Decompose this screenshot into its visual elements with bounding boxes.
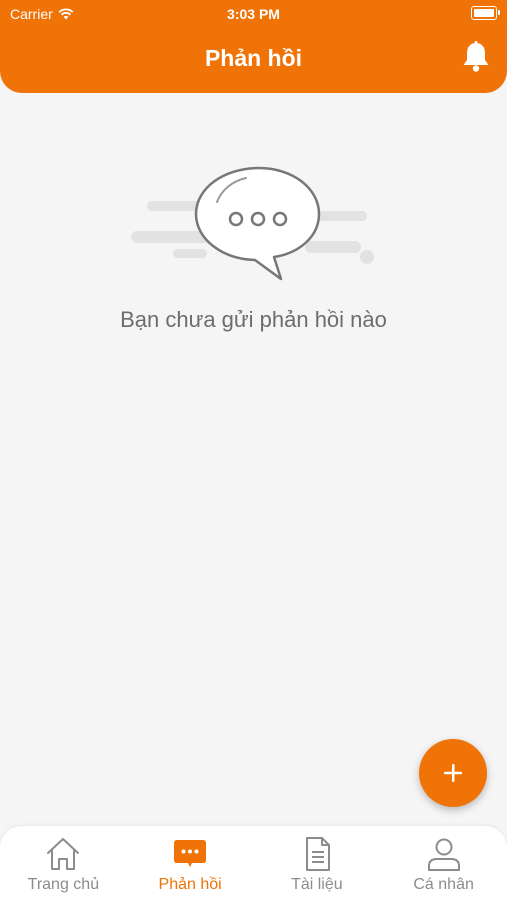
tab-documents[interactable]: Tài liệu [254,826,381,900]
document-icon [305,837,330,871]
plus-icon [444,764,462,782]
bell-icon[interactable] [459,40,493,74]
status-time: 3:03 PM [227,6,280,22]
add-feedback-button[interactable] [419,739,487,807]
status-bar: Carrier 3:03 PM [0,0,507,28]
home-icon [47,838,80,870]
battery-icon [471,6,500,20]
tab-profile[interactable]: Cá nhân [380,826,507,900]
tab-documents-label: Tài liệu [291,876,343,893]
chat-bubble-icon [130,166,374,281]
tab-feedback-label: Phản hồi [158,876,222,893]
header: Carrier 3:03 PM Phản hồi [0,0,507,93]
tab-home[interactable]: Trang chủ [0,826,127,900]
bottom-tab-bar: Trang chủ Phản hồi Tài liệu Cá nhân [0,826,507,900]
person-icon [427,838,460,871]
chat-icon [174,840,207,867]
empty-state: Bạn chưa gửi phản hồi nào [0,165,507,333]
tab-feedback[interactable]: Phản hồi [127,826,254,900]
empty-message: Bạn chưa gửi phản hồi nào [120,307,387,332]
page-title: Phản hồi [204,45,303,71]
tab-home-label: Trang chủ [27,876,100,893]
tab-profile-label: Cá nhân [413,876,474,893]
